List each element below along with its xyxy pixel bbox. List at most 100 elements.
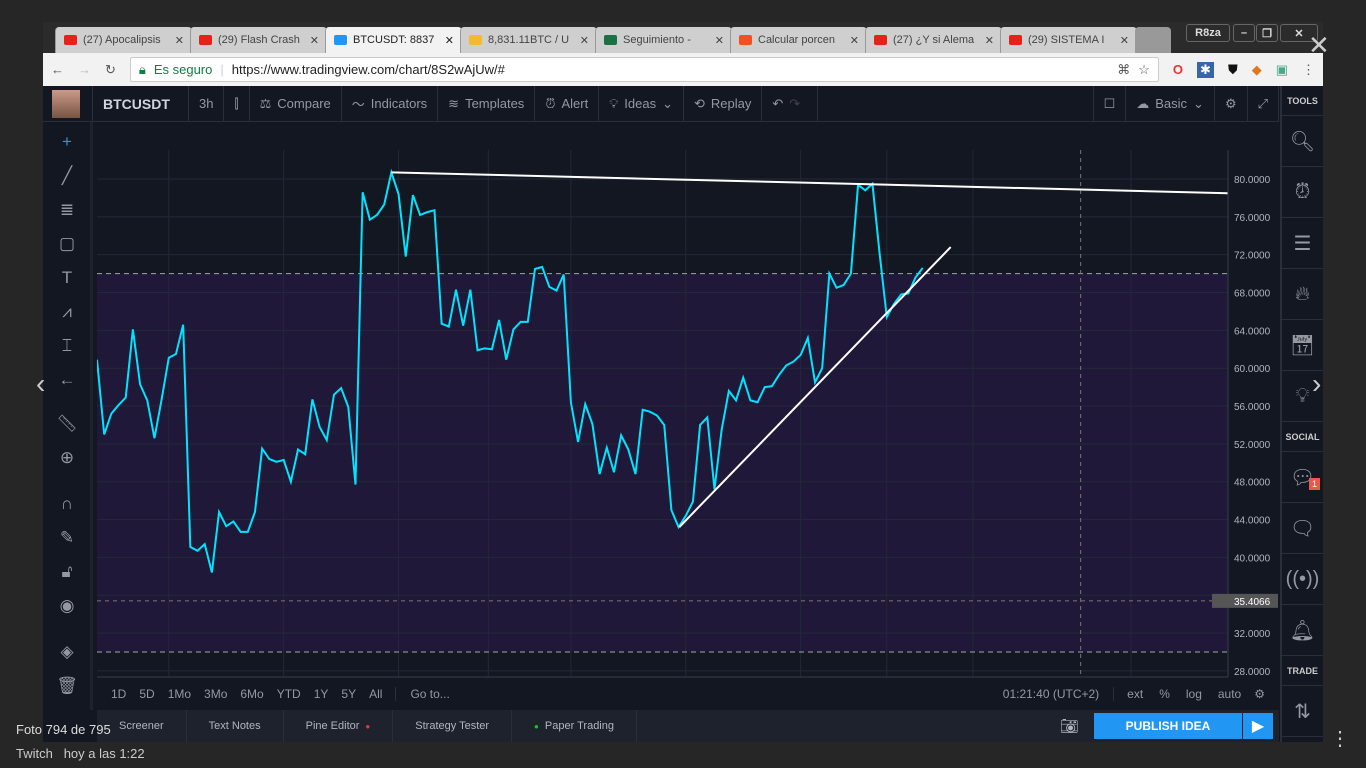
close-tab-icon[interactable]: ✕	[445, 34, 454, 47]
unlock-icon[interactable]: 🔓︎	[55, 560, 79, 584]
trendline-icon[interactable]: ╱	[55, 164, 79, 188]
pattern-icon[interactable]: ⩘	[55, 300, 79, 324]
translate-icon[interactable]: ⌘	[1117, 62, 1130, 78]
play-icon[interactable]: ▶	[1243, 713, 1273, 739]
fib-icon[interactable]: ≣	[55, 198, 79, 222]
compare-button[interactable]: ⚖ Compare	[250, 86, 342, 121]
crosshair-icon[interactable]: +	[55, 130, 79, 154]
zoom-in-icon[interactable]: ⊕	[55, 446, 79, 470]
measure-icon[interactable]: ⌶	[55, 334, 79, 358]
text-icon[interactable]: T	[55, 266, 79, 290]
browser-tab[interactable]: BTCUSDT: 8837 ✕	[325, 27, 462, 53]
camera-icon[interactable]: 📷︎	[1060, 717, 1079, 735]
maximize-button[interactable]: ⤢	[1248, 86, 1279, 121]
opera-extension-icon[interactable]: O	[1173, 62, 1183, 77]
price-chart[interactable]: 80.0000 76.0000 72.0000 68.0000 64.0000 60.00…	[97, 122, 1280, 680]
interval-button[interactable]: 3h	[189, 86, 225, 121]
undo-icon[interactable]: ↶	[772, 96, 783, 112]
range-button[interactable]: 1Mo	[168, 687, 191, 701]
lock-drawing-icon[interactable]: ✎	[55, 526, 79, 550]
range-button[interactable]: 5D	[139, 687, 154, 701]
indicators-button[interactable]: 〜 Indicators	[342, 86, 439, 121]
back-icon[interactable]: ←	[51, 62, 64, 77]
templates-button[interactable]: ≋ Templates	[438, 86, 536, 121]
range-button[interactable]: 1D	[111, 687, 126, 701]
close-tab-icon[interactable]: ✕	[580, 34, 589, 47]
magnet-icon[interactable]: ∩	[55, 492, 79, 516]
chart-style-button[interactable]: ⫿	[224, 86, 250, 121]
profile-button[interactable]: R8za	[1186, 24, 1230, 42]
range-button[interactable]: 3Mo	[204, 687, 227, 701]
eye-icon[interactable]: ◉	[55, 594, 79, 618]
scale-option-2[interactable]: log	[1186, 687, 1202, 701]
publish-idea-button[interactable]: PUBLISH IDEA	[1094, 713, 1242, 739]
restore-button[interactable]: ❐	[1256, 24, 1278, 42]
ruler-icon[interactable]: 📏︎	[55, 412, 79, 436]
url-bar[interactable]: 🔒︎ Es seguro | https://www.tradingview.c…	[129, 57, 1159, 82]
close-tab-icon[interactable]: ✕	[310, 34, 319, 47]
rectangle-icon[interactable]: ▢	[55, 232, 79, 256]
metamask-extension-icon[interactable]: ◆	[1252, 62, 1262, 78]
calendar-icon[interactable]: 📅︎	[1282, 320, 1323, 371]
range-button[interactable]: All	[369, 687, 382, 701]
trade-arrows-icon[interactable]: ⇅	[1282, 686, 1323, 737]
user-avatar[interactable]	[43, 86, 93, 121]
close-tab-icon[interactable]: ✕	[985, 34, 994, 47]
range-button[interactable]: 5Y	[341, 687, 356, 701]
gear-icon[interactable]: ⚙	[1254, 687, 1265, 701]
minimize-button[interactable]: –	[1233, 24, 1255, 42]
forward-icon[interactable]: →	[78, 62, 91, 77]
star-icon[interactable]: ☆	[1138, 62, 1150, 78]
puzzle-extension-icon[interactable]: ✱	[1197, 61, 1214, 78]
private-messages-icon[interactable]: 🗨︎	[1282, 503, 1323, 554]
scale-option-0[interactable]: ext	[1127, 687, 1143, 701]
layers-icon[interactable]: ◈	[55, 640, 79, 664]
alarm-clock-icon[interactable]: ⏰︎	[1282, 167, 1323, 218]
watchlist-icon[interactable]: 🔍︎	[1282, 116, 1323, 167]
next-photo-icon[interactable]: ›	[1312, 368, 1321, 400]
settings-button[interactable]: ⚙	[1215, 86, 1248, 121]
shield-extension-icon[interactable]: ⛊	[1228, 62, 1238, 78]
alert-button[interactable]: ⏰︎ Alert	[535, 86, 600, 121]
layout-button[interactable]: ☁ Basic ⌄	[1126, 86, 1215, 121]
browser-tab[interactable]: 8,831.11BTC / U ✕	[460, 27, 597, 53]
window-extension-icon[interactable]: ▣	[1276, 62, 1288, 78]
ideas-button[interactable]: 💡︎ Ideas ⌄	[599, 86, 685, 121]
browser-tab[interactable]: Seguimiento - ✕	[595, 27, 732, 53]
browser-tab[interactable]: Calcular porcen ✕	[730, 27, 867, 53]
browser-tab[interactable]: (29) SISTEMA I ✕	[1000, 27, 1137, 53]
browser-tab[interactable]: (27) ¿Y si Alema ✕	[865, 27, 1002, 53]
close-tab-icon[interactable]: ✕	[175, 34, 184, 47]
notifications-bell-icon[interactable]: 🔔︎	[1282, 605, 1323, 656]
browser-tab[interactable]: (29) Flash Crash ✕	[190, 27, 327, 53]
close-tab-icon[interactable]: ✕	[715, 34, 724, 47]
undo-redo[interactable]: ↶ ↷	[762, 86, 819, 121]
redo-icon[interactable]: ↷	[789, 96, 800, 112]
menu-icon[interactable]: ⋮	[1302, 62, 1315, 78]
news-icon[interactable]: ☰	[1282, 218, 1323, 269]
range-button[interactable]: 6Mo	[240, 687, 263, 701]
chat-icon[interactable]: 💬︎ 1	[1282, 452, 1323, 503]
symbol-search[interactable]: BTCUSDT	[93, 86, 189, 121]
streams-icon[interactable]: ((•))	[1282, 554, 1323, 605]
tab-pine-editor[interactable]: Pine Editor ●	[284, 710, 394, 742]
tab-paper-trading[interactable]: ● Paper Trading	[512, 710, 637, 742]
scale-option-3[interactable]: auto	[1218, 687, 1241, 701]
range-button[interactable]: YTD	[277, 687, 301, 701]
tab-text-notes[interactable]: Text Notes	[187, 710, 284, 742]
reload-icon[interactable]: ↻	[105, 62, 116, 78]
scale-option-1[interactable]: %	[1159, 687, 1170, 701]
hotlist-flame-icon[interactable]: 🔥︎	[1282, 269, 1323, 320]
previous-photo-icon[interactable]: ‹	[36, 368, 45, 400]
new-tab-button[interactable]	[1135, 27, 1171, 53]
browser-tab[interactable]: (27) Apocalipsis ✕	[55, 27, 192, 53]
more-options-icon[interactable]: ⋮	[1330, 726, 1350, 751]
trash-icon[interactable]: 🗑︎	[55, 674, 79, 698]
goto-button[interactable]: Go to...	[395, 687, 450, 701]
range-button[interactable]: 1Y	[314, 687, 329, 701]
fullscreen-toggle[interactable]: ☐	[1092, 86, 1127, 121]
back-arrow-icon[interactable]: ←	[55, 368, 79, 392]
replay-button[interactable]: ⟲ Replay	[684, 86, 763, 121]
close-viewer-icon[interactable]: ✕	[1308, 30, 1330, 61]
close-tab-icon[interactable]: ✕	[1120, 34, 1129, 47]
